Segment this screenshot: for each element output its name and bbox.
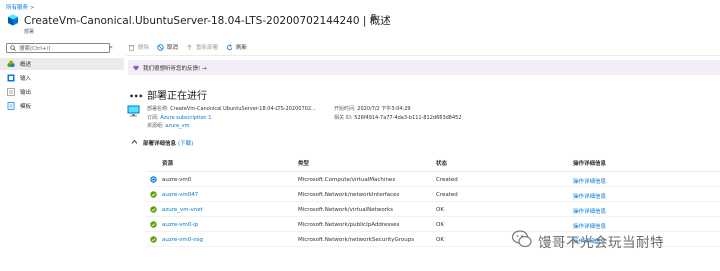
in-progress-icon: ••• [129, 92, 143, 101]
start-time-field: 开始时间: 2020/7/2 下午3:04:29 [334, 105, 411, 112]
pending-icon [150, 176, 157, 183]
deployment-status-title: 部署正在进行 [147, 91, 207, 102]
cancel-button[interactable]: 取消 [157, 43, 178, 51]
column-header-operation-details[interactable]: 操作详细信息 [573, 159, 606, 167]
sidebar-item-label: 输出 [20, 90, 32, 96]
download-link[interactable]: (下载) [178, 141, 193, 147]
row-3-status: OK [436, 222, 444, 228]
subscription-link[interactable]: Azure subscription 1 [160, 115, 211, 121]
subscription-field: 订阅: Azure subscription 1 [147, 114, 211, 121]
toolbar: 删除 取消 重新部署 刷新 [128, 41, 255, 53]
row-4-resource-link[interactable]: auzre-vm0-nsg [162, 237, 203, 243]
row-4-status: OK [436, 237, 444, 243]
column-header-status[interactable]: 状态 [436, 159, 447, 167]
delete-button[interactable]: 删除 [128, 43, 149, 51]
row-divider [146, 186, 720, 187]
deployment-name-field: 部署名称: CreateVm-Canonical.UbuntuServer-18… [147, 105, 316, 112]
cancel-label: 取消 [167, 45, 179, 51]
sidebar-item-label: 输入 [20, 76, 32, 82]
row-2-type: Microsoft.Network/virtualNetworks [298, 207, 394, 213]
row-3-type: Microsoft.Network/publicIpAddresses [298, 222, 400, 228]
row-2-resource-link[interactable]: azure_vm-vnet [162, 207, 203, 213]
pin-icon[interactable] [370, 14, 377, 23]
start-time-label: 开始时间: [334, 106, 356, 112]
deployment-icon [8, 14, 18, 26]
row-1-operation-details-link[interactable]: 操作详细信息 [573, 192, 606, 200]
row-0-operation-details-link[interactable]: 操作详细信息 [573, 177, 606, 185]
column-header-type[interactable]: 类型 [298, 159, 309, 167]
sidebar-item-label: 概述 [20, 62, 32, 68]
sidebar-item-input[interactable]: 输入 [0, 72, 124, 84]
deployment-name-value: CreateVm-Canonical.UbuntuServer-18.04-LT… [170, 106, 316, 112]
sidebar-item-label: 模板 [20, 104, 32, 110]
feedback-banner[interactable]: 我们很想听听您的反馈! → [128, 60, 720, 75]
table-header-divider [146, 171, 720, 172]
correlation-id-field: 相关 ID: 526f4914-7a77-4da3-b111-812d663d8… [334, 114, 462, 121]
watermark-text: 馒哥不光会玩当耐特 [538, 235, 664, 251]
page-title: CreateVm-Canonical.UbuntuServer-18.04-LT… [24, 15, 391, 27]
success-check-icon [150, 236, 157, 243]
correlation-id-value: 526f4914-7a77-4da3-b111-812d663d8452 [354, 115, 462, 121]
upload-icon [187, 44, 192, 50]
toolbar-divider [126, 55, 720, 56]
row-3-operation-details-link[interactable]: 操作详细信息 [573, 222, 606, 230]
collapse-sidebar-button[interactable]: « [109, 43, 113, 51]
row-0-status: Created [436, 177, 458, 183]
row-3-resource-link[interactable]: auzre-vm0-ip [162, 222, 198, 228]
row-1-type: Microsoft.Network/networkInterfaces [298, 192, 400, 198]
success-check-icon [150, 206, 157, 213]
cancel-icon [157, 43, 164, 51]
redeploy-button[interactable]: 重新部署 [186, 43, 218, 51]
breadcrumb-separator: > [30, 5, 35, 11]
search-input[interactable]: 搜索(Ctrl+/) [6, 43, 110, 53]
input-icon [7, 74, 15, 82]
row-1-resource-link[interactable]: auzre-vm047 [162, 192, 198, 198]
row-2-status: OK [436, 207, 444, 213]
output-icon [7, 88, 15, 96]
start-time-value: 2020/7/2 下午3:04:29 [357, 106, 411, 112]
breadcrumb: 所有服务 > [6, 3, 35, 11]
page-subtitle: 部署 [24, 29, 35, 35]
overview-icon [7, 60, 15, 67]
refresh-label: 刷新 [236, 45, 248, 51]
deployment-details-header[interactable]: 部署详细信息 (下载) [143, 139, 193, 147]
sidebar-item-output[interactable]: 输出 [0, 86, 124, 98]
template-icon [7, 102, 15, 110]
row-0-type: Microsoft.Compute/virtualMachines [298, 177, 396, 183]
search-placeholder: 搜索(Ctrl+/) [19, 46, 51, 52]
row-4-type: Microsoft.Network/networkSecurityGroups [298, 237, 415, 243]
row-0-resource: auzre-vm0 [162, 177, 192, 183]
row-2-operation-details-link[interactable]: 操作详细信息 [573, 207, 606, 215]
refresh-icon [226, 43, 233, 50]
row-divider [146, 216, 720, 217]
heart-icon [133, 65, 139, 70]
success-check-icon [150, 221, 157, 228]
column-header-resource[interactable]: 资源 [162, 159, 173, 167]
deployment-details-label: 部署详细信息 [143, 141, 177, 147]
sidebar-item-overview[interactable]: 概述 [0, 58, 124, 70]
subscription-label: 订阅: [147, 115, 159, 121]
breadcrumb-all-services[interactable]: 所有服务 [6, 5, 28, 11]
row-divider [146, 201, 720, 202]
deployment-name-label: 部署名称: [147, 106, 169, 112]
chevron-up-icon[interactable] [131, 139, 138, 145]
wechat-logo-icon [511, 230, 532, 248]
redeploy-label: 重新部署 [196, 45, 219, 51]
resource-group-link[interactable]: azure_vm [165, 123, 189, 129]
delete-label: 删除 [138, 45, 150, 51]
trash-icon [128, 44, 135, 51]
row-1-status: Created [436, 192, 458, 198]
sidebar-item-template[interactable]: 模板 [0, 100, 124, 112]
monitor-icon [127, 105, 140, 117]
feedback-text: 我们很想听听您的反馈! → [143, 65, 207, 72]
search-icon [10, 45, 16, 51]
resource-group-label: 资源组: [147, 123, 164, 129]
correlation-id-label: 相关 ID: [334, 115, 353, 121]
refresh-button[interactable]: 刷新 [226, 43, 247, 51]
resource-group-field: 资源组: azure_vm [147, 122, 190, 129]
success-check-icon [150, 191, 157, 198]
